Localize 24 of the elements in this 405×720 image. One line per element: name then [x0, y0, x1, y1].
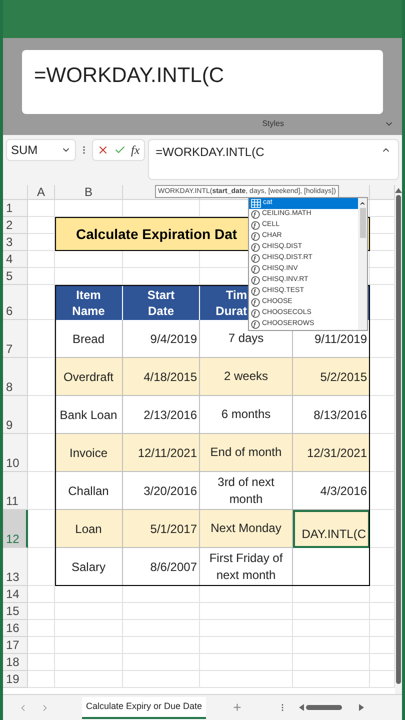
ribbon-group-label: Styles [262, 118, 284, 130]
table-cell: Challan [55, 472, 123, 510]
table-cell: End of month [200, 434, 293, 472]
table-cell: 3/20/2016 [123, 472, 200, 510]
table-cell: 2/13/2016 [123, 396, 200, 434]
table-cell: 12/31/2021 [293, 434, 370, 472]
column-heading: Item Name [55, 285, 123, 320]
table-cell: Bank Loan [55, 396, 123, 434]
table-cell: Loan [55, 510, 123, 548]
table-cell: 6 months [200, 396, 293, 434]
table-cell: Bread [55, 320, 123, 358]
table-cell: 5/1/2017 [123, 510, 200, 548]
table-cell: Invoice [55, 434, 123, 472]
table-cell: 3rd of next month [200, 472, 293, 510]
formula-popup: =WORKDAY.INTL(C [22, 50, 383, 114]
table-cell: 4/18/2015 [123, 358, 200, 396]
table-cell: 2 weeks [200, 358, 293, 396]
table-cell: Next Monday [200, 510, 293, 548]
column-heading: Start Date [123, 285, 200, 320]
table-cell: Overdraft [55, 358, 123, 396]
title-text: Calculate Expiration Dat [76, 224, 238, 244]
table-cell: 5/2/2015 [293, 358, 370, 396]
table-cell: 9/4/2019 [123, 320, 200, 358]
table-cell: 12/11/2021 [123, 434, 200, 472]
